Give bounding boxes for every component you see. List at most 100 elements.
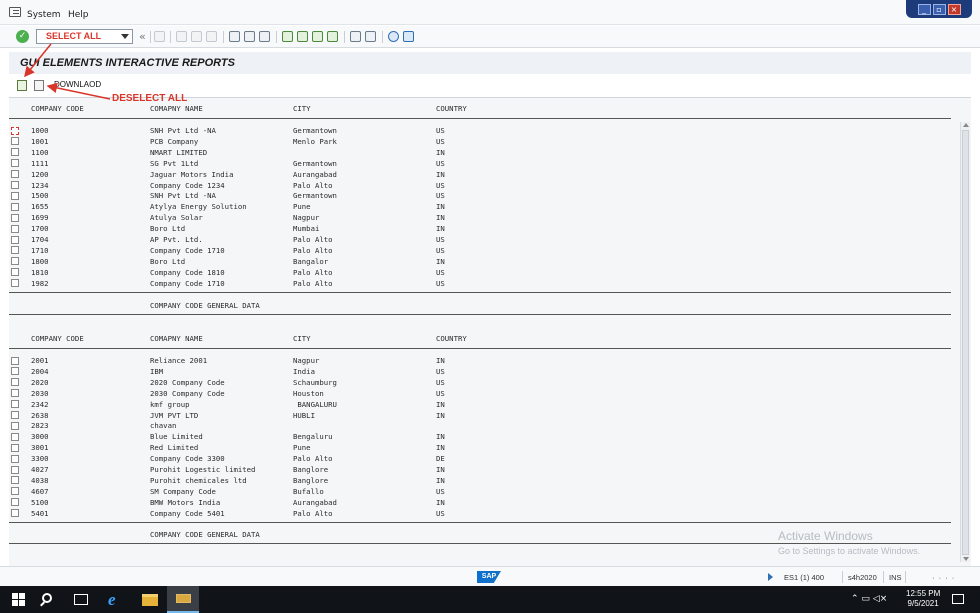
find-icon[interactable] — [244, 31, 255, 42]
row-checkbox[interactable] — [11, 443, 19, 452]
row-checkbox[interactable] — [11, 465, 19, 474]
application-toolbar: DOWNLAOD — [9, 76, 971, 94]
row-checkbox[interactable] — [11, 367, 19, 376]
cell-city: Palo Alto — [293, 180, 333, 190]
row-checkbox[interactable] — [11, 148, 19, 157]
row-checkbox[interactable] — [11, 432, 19, 441]
cell-country: IN — [436, 432, 445, 442]
cell-city: Germantown — [293, 126, 337, 135]
row-checkbox[interactable] — [11, 159, 19, 168]
notifications-icon[interactable] — [952, 594, 964, 604]
find-next-icon[interactable] — [259, 31, 270, 42]
row-checkbox[interactable] — [11, 268, 19, 277]
row-checkbox[interactable] — [11, 181, 19, 189]
row-checkbox[interactable] — [11, 411, 19, 419]
row-checkbox[interactable] — [11, 246, 19, 255]
layout-settings-icon[interactable] — [403, 31, 414, 42]
server-info: s4h2020 — [848, 573, 877, 582]
close-icon[interactable]: × — [947, 3, 961, 15]
scroll-thumb[interactable] — [962, 130, 969, 555]
sap-gui-taskbar-icon[interactable] — [167, 586, 199, 613]
save-icon[interactable] — [154, 31, 165, 42]
row-checkbox[interactable] — [11, 421, 19, 430]
internet-explorer-icon[interactable]: e — [108, 590, 116, 610]
vertical-scrollbar[interactable] — [960, 122, 970, 562]
enter-icon[interactable]: ✓ — [16, 30, 29, 43]
scroll-down-icon[interactable] — [963, 557, 969, 561]
collapse-icon[interactable]: « — [139, 30, 146, 43]
cell-company-code: 2823 — [31, 421, 49, 431]
cell-company-name: Boro Ltd — [150, 224, 186, 234]
row-checkbox[interactable] — [11, 137, 19, 146]
search-icon[interactable] — [42, 593, 52, 603]
row-checkbox[interactable] — [11, 257, 19, 266]
row-checkbox[interactable] — [11, 213, 19, 222]
scroll-up-icon[interactable] — [963, 123, 969, 127]
menu-help[interactable]: Help — [68, 10, 89, 20]
report-list: COMPANY CODE COMAPNY NAME CITY COUNTRY 1… — [9, 97, 971, 566]
windows-start-icon[interactable] — [12, 593, 26, 607]
cell-city: Bengaluru — [293, 432, 333, 442]
row-checkbox[interactable] — [11, 509, 19, 518]
last-page-icon[interactable] — [327, 31, 338, 42]
download-button[interactable]: DOWNLAOD — [54, 80, 101, 89]
cell-city: Palo Alto — [293, 267, 333, 277]
row-checkbox[interactable] — [11, 476, 19, 485]
previous-page-icon[interactable] — [297, 31, 308, 42]
cell-company-code: 1655 — [31, 202, 49, 212]
maximize-icon[interactable]: ▫ — [932, 3, 946, 15]
cell-company-name: Company Code 1234 — [150, 180, 225, 190]
help-icon[interactable] — [388, 31, 399, 42]
row-checkbox[interactable] — [11, 400, 19, 409]
task-view-icon[interactable] — [74, 594, 88, 605]
row-checkbox[interactable] — [11, 487, 19, 496]
exit-icon[interactable] — [191, 31, 202, 42]
status-separator — [842, 571, 843, 583]
menu-system[interactable]: System — [27, 10, 61, 20]
chevron-down-icon[interactable] — [121, 34, 129, 39]
row-checkbox[interactable] — [11, 378, 19, 387]
file-explorer-icon[interactable] — [142, 594, 158, 606]
row-checkbox[interactable] — [11, 454, 19, 463]
cell-country: IN — [436, 475, 445, 485]
back-icon[interactable] — [176, 31, 187, 42]
divider — [9, 314, 951, 315]
taskbar-clock[interactable]: 12:55 PM 9/5/2021 — [906, 589, 940, 609]
select-all-icon[interactable] — [17, 80, 27, 91]
row-checkbox[interactable] — [11, 191, 19, 200]
system-info[interactable]: ES1 (1) 400 — [784, 573, 824, 582]
row-checkbox[interactable] — [11, 389, 19, 398]
row-checkbox[interactable] — [11, 498, 19, 507]
cell-company-name: JVM PVT LTD — [150, 410, 199, 420]
deselect-all-icon[interactable] — [34, 80, 44, 91]
row-checkbox[interactable] — [11, 356, 19, 365]
cell-company-name: SNH Pvt Ltd -NA — [150, 126, 216, 135]
menu-icon[interactable] — [9, 7, 21, 17]
row-checkbox[interactable] — [11, 235, 19, 244]
play-icon[interactable] — [768, 573, 773, 581]
cell-company-name: NMART LIMITED — [150, 147, 208, 157]
first-page-icon[interactable] — [282, 31, 293, 42]
cancel-icon[interactable] — [206, 31, 217, 42]
header-country: COUNTRY — [436, 334, 467, 343]
row-checkbox[interactable] — [11, 224, 19, 233]
print-icon[interactable] — [229, 31, 240, 42]
cell-company-code: 2342 — [31, 399, 49, 409]
sap-logo: SAP — [477, 571, 501, 583]
header-company-code: COMPANY CODE — [31, 334, 84, 343]
section-label: COMPANY CODE GENERAL DATA — [150, 530, 260, 539]
status-separator — [905, 571, 906, 583]
system-tray-icons[interactable]: ⌃ ▭ ◁× — [851, 594, 887, 604]
next-page-icon[interactable] — [312, 31, 323, 42]
cell-country: US — [436, 245, 445, 255]
row-checkbox[interactable] — [11, 279, 19, 288]
command-field[interactable]: SELECT ALL — [36, 29, 133, 44]
new-session-icon[interactable] — [350, 31, 361, 42]
shortcut-icon[interactable] — [365, 31, 376, 42]
minimize-icon[interactable]: _ — [917, 3, 931, 15]
row-checkbox[interactable] — [11, 126, 19, 135]
row-checkbox[interactable] — [11, 202, 19, 211]
row-checkbox[interactable] — [11, 170, 19, 179]
cell-city: Banglore — [293, 475, 329, 485]
window-controls: _ ▫ × — [906, 0, 972, 18]
